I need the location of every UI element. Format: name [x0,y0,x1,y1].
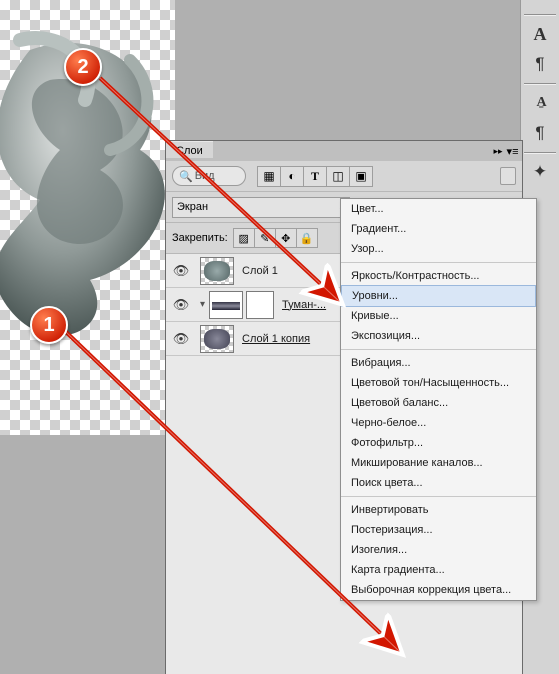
menu-item[interactable]: Карта градиента... [341,560,536,580]
layer-name[interactable]: Слой 1 [242,265,278,277]
callout-2: 2 [64,48,102,86]
menu-item[interactable]: Изогелия... [341,540,536,560]
filter-pixel-icon[interactable]: ▦ [257,166,281,187]
menu-item[interactable]: Цветовой баланс... [341,393,536,413]
filter-adjustment-icon[interactable]: ◐ [280,166,304,187]
menu-item[interactable]: Цвет... [341,199,536,219]
layer-search[interactable]: 🔍 Вид [172,166,246,186]
menu-separator [341,349,536,350]
paragraph-panel-icon[interactable]: ¶ [526,51,554,77]
menu-item[interactable]: Градиент... [341,219,536,239]
filter-toggle-switch[interactable] [500,167,516,185]
lock-label: Закрепить: [172,232,228,244]
brush-panel-icon[interactable]: ✦ [526,159,554,185]
callout-1: 1 [30,306,68,344]
layer-thumbnail[interactable] [200,325,234,353]
lock-all-icon[interactable]: 🔒 [296,228,318,248]
panel-titlebar: Слои ▸▸ ▾≡ [166,141,522,161]
menu-item[interactable]: Фотофильтр... [341,433,536,453]
menu-item[interactable]: Поиск цвета... [341,473,536,493]
paragraph-styles-icon[interactable]: ¶ [526,120,554,146]
menu-item[interactable]: Постеризация... [341,520,536,540]
menu-item[interactable]: Кривые... [341,306,536,326]
blend-mode-value: Экран [177,201,208,213]
layer-filter-row: 🔍 Вид ▦ ◐ T ◫ ▣ [166,161,522,192]
filter-shape-icon[interactable]: ◫ [326,166,350,187]
lock-transparent-icon[interactable]: ▨ [233,228,255,248]
search-icon: 🔍 [179,170,193,183]
filter-smart-icon[interactable]: ▣ [349,166,373,187]
adjustment-layer-menu: Цвет... Градиент... Узор... Яркость/Конт… [340,198,537,601]
visibility-toggle-icon[interactable]: 👁 [170,297,192,313]
menu-item[interactable]: Выборочная коррекция цвета... [341,580,536,600]
layer-name[interactable]: Туман-... [282,299,326,311]
menu-separator [341,496,536,497]
filter-type-buttons: ▦ ◐ T ◫ ▣ [258,166,373,187]
filter-type-icon[interactable]: T [303,166,327,187]
lock-image-icon[interactable]: ✎ [254,228,276,248]
panel-tab-layers[interactable]: Слои [166,141,213,158]
visibility-toggle-icon[interactable]: 👁 [170,263,192,279]
layer-mask-thumbnail[interactable] [246,291,274,319]
menu-item[interactable]: Микширование каналов... [341,453,536,473]
menu-item[interactable]: Яркость/Контрастность... [341,266,536,286]
character-panel-icon[interactable]: A [526,21,554,47]
menu-item[interactable]: Узор... [341,239,536,259]
menu-item[interactable]: Черно-белое... [341,413,536,433]
menu-item[interactable]: Вибрация... [341,353,536,373]
visibility-toggle-icon[interactable]: 👁 [170,331,192,347]
lock-position-icon[interactable]: ✥ [275,228,297,248]
menu-item[interactable]: Цветовой тон/Насыщенность... [341,373,536,393]
layer-thumbnail[interactable] [209,291,243,319]
expand-icon[interactable]: ▾ [200,299,205,310]
panel-menu-button[interactable]: ▸▸ ▾≡ [490,141,522,161]
blend-mode-select[interactable]: Экран ⌄ [172,197,350,218]
layer-thumbnail[interactable] [200,257,234,285]
filter-kind-label: Вид [195,170,215,182]
layer-name[interactable]: Слой 1 копия [242,333,310,345]
menu-separator [341,262,536,263]
glyphs-panel-icon[interactable]: A̱ [526,90,554,116]
menu-item[interactable]: Экспозиция... [341,326,536,346]
menu-item[interactable]: Инвертировать [341,500,536,520]
menu-item-levels[interactable]: Уровни... [341,285,536,307]
